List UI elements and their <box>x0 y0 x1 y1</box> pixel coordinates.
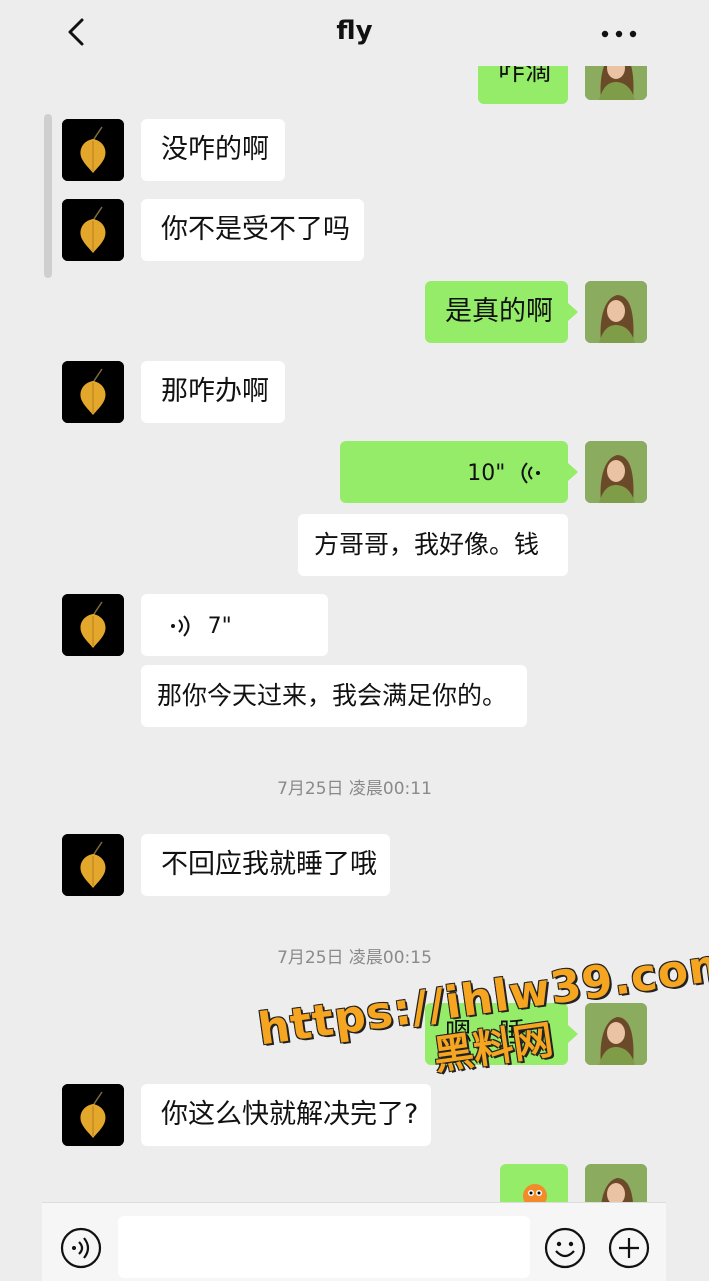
contact-avatar[interactable] <box>62 361 124 423</box>
message-text: 那咋办啊 <box>161 376 269 407</box>
contact-voice-message[interactable]: 7" <box>141 594 328 656</box>
lantern-fruit-icon <box>62 119 124 181</box>
voice-transcription-text: 那你今天过来，我会满足你的。 <box>141 665 527 727</box>
contact-avatar[interactable] <box>62 834 124 896</box>
self-avatar[interactable] <box>585 441 647 503</box>
contact-avatar[interactable] <box>62 594 124 656</box>
top-bar: fly <box>0 0 709 66</box>
self-voice-message[interactable]: 10" <box>340 441 568 503</box>
contact-message-bubble[interactable]: 你不是受不了吗 <box>141 199 364 261</box>
self-avatar[interactable] <box>585 281 647 343</box>
voice-duration: 10" <box>467 461 506 486</box>
contact-avatar[interactable] <box>62 119 124 181</box>
lantern-fruit-icon <box>62 1084 124 1146</box>
message-text: 方哥哥，我好像。钱 <box>314 530 540 559</box>
message-text: 是真的啊 <box>445 296 553 327</box>
self-message-bubble[interactable]: 是真的啊 <box>425 281 568 343</box>
contact-message-bubble[interactable]: 那咋办啊 <box>141 361 285 423</box>
scroll-indicator <box>44 114 52 278</box>
lantern-fruit-icon <box>62 594 124 656</box>
more-options-icon[interactable] <box>593 16 645 52</box>
contact-avatar[interactable] <box>62 199 124 261</box>
input-bar <box>42 1202 666 1281</box>
lantern-fruit-icon <box>62 199 124 261</box>
message-text: 不回应我就睡了哦 <box>161 849 377 880</box>
contact-avatar[interactable] <box>62 1084 124 1146</box>
add-plus-icon[interactable] <box>608 1227 650 1269</box>
voice-input-icon[interactable] <box>60 1227 102 1269</box>
lantern-fruit-icon <box>62 361 124 423</box>
voice-wave-icon <box>521 461 540 484</box>
self-avatar-image-icon <box>585 441 647 503</box>
lantern-fruit-icon <box>62 834 124 896</box>
message-text: 那你今天过来，我会满足你的。 <box>157 681 508 710</box>
message-input[interactable] <box>118 1216 530 1278</box>
voice-transcription-text: 方哥哥，我好像。钱 <box>298 514 568 576</box>
bubble-tail <box>568 303 578 321</box>
message-text: 你不是受不了吗 <box>161 214 350 245</box>
contact-message-bubble[interactable]: 没咋的啊 <box>141 119 285 181</box>
emoji-icon[interactable] <box>544 1227 586 1269</box>
voice-wave-icon <box>171 614 190 637</box>
voice-duration: 7" <box>207 614 232 639</box>
self-avatar-image-icon <box>585 281 647 343</box>
bubble-tail <box>568 463 578 481</box>
message-text: 没咋的啊 <box>161 134 269 165</box>
message-text: 你这么快就解决完了? <box>161 1099 419 1130</box>
timestamp: 7月25日 凌晨00:11 <box>277 779 432 799</box>
contact-message-bubble[interactable]: 不回应我就睡了哦 <box>141 834 390 896</box>
